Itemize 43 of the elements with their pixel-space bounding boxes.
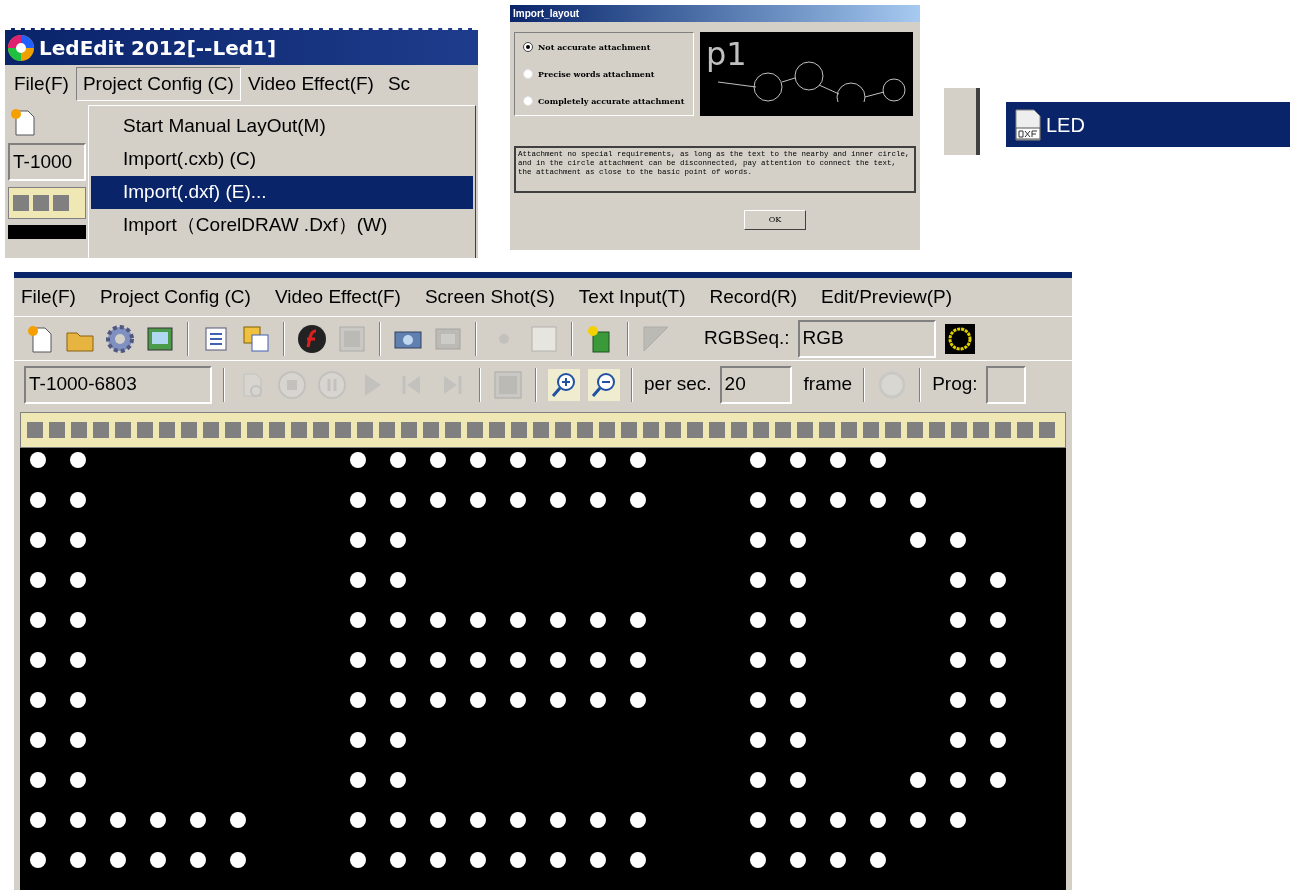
zoom-out-icon[interactable] — [588, 368, 620, 401]
zoom-in-icon[interactable] — [548, 368, 580, 401]
menu-item[interactable]: Video Effect(F) — [240, 67, 381, 101]
ring-icon[interactable] — [943, 322, 976, 355]
menu-item[interactable]: File(F) — [7, 67, 76, 101]
preview-label: p1 — [706, 38, 747, 70]
program-field[interactable]: T-1000-6803 — [24, 365, 212, 404]
square-icon[interactable] — [492, 368, 524, 401]
radio-button[interactable] — [523, 41, 533, 52]
menu-item[interactable]: Text Input(T) — [577, 282, 687, 312]
rgb-field[interactable]: RGB — [797, 319, 936, 358]
per-sec-label: per sec. — [644, 372, 712, 397]
frame-label: frame — [803, 372, 853, 397]
menu-item[interactable]: Edit/Preview(P) — [820, 282, 954, 312]
prog-label: Prog: — [932, 372, 978, 397]
file-name: LED — [1046, 112, 1085, 138]
prog-field[interactable] — [985, 365, 1026, 404]
option-label: Completely accurate attachment — [538, 95, 685, 108]
menu-item[interactable]: File(F) — [20, 282, 77, 312]
gear-icon[interactable] — [104, 322, 136, 355]
new-file-icon — [8, 107, 38, 137]
menu-entry[interactable]: Import(.cxb) (C) — [91, 143, 473, 176]
file-item[interactable]: LED — [1006, 102, 1290, 147]
menu-entry[interactable]: Import(.dxf) (E)... — [91, 176, 473, 209]
panel-edge — [944, 88, 980, 155]
menu-item[interactable]: Record(R) — [708, 282, 799, 312]
dxf-file-icon — [1014, 107, 1042, 142]
menu-item[interactable]: Project Config (C) — [75, 67, 241, 101]
window-title: LedEdit 2012[--Led1] — [39, 34, 277, 62]
flash-icon[interactable] — [296, 322, 328, 355]
menu-entry[interactable]: Start Manual LayOut(M) — [91, 110, 473, 143]
option-label: Precise words attachment — [538, 68, 655, 80]
menu-item[interactable]: Screen Shot(S) — [423, 282, 556, 312]
dialog-title: Import_layout — [510, 5, 920, 22]
ok-button[interactable]: OK — [744, 210, 806, 230]
rgb-label: RGBSeq.: — [704, 326, 790, 351]
option-label: Not accurate attachment — [538, 40, 651, 53]
menu-item[interactable]: Sc — [380, 67, 418, 101]
program-field[interactable]: T-1000 — [8, 143, 86, 181]
menu-item[interactable]: Project Config (C) — [98, 282, 252, 312]
frame-rate-field[interactable]: 20 — [719, 365, 792, 404]
menu-item[interactable]: Video Effect(F) — [273, 282, 402, 312]
menu-entry[interactable]: Import（CorelDRAW .Dxf）(W) — [91, 209, 473, 242]
